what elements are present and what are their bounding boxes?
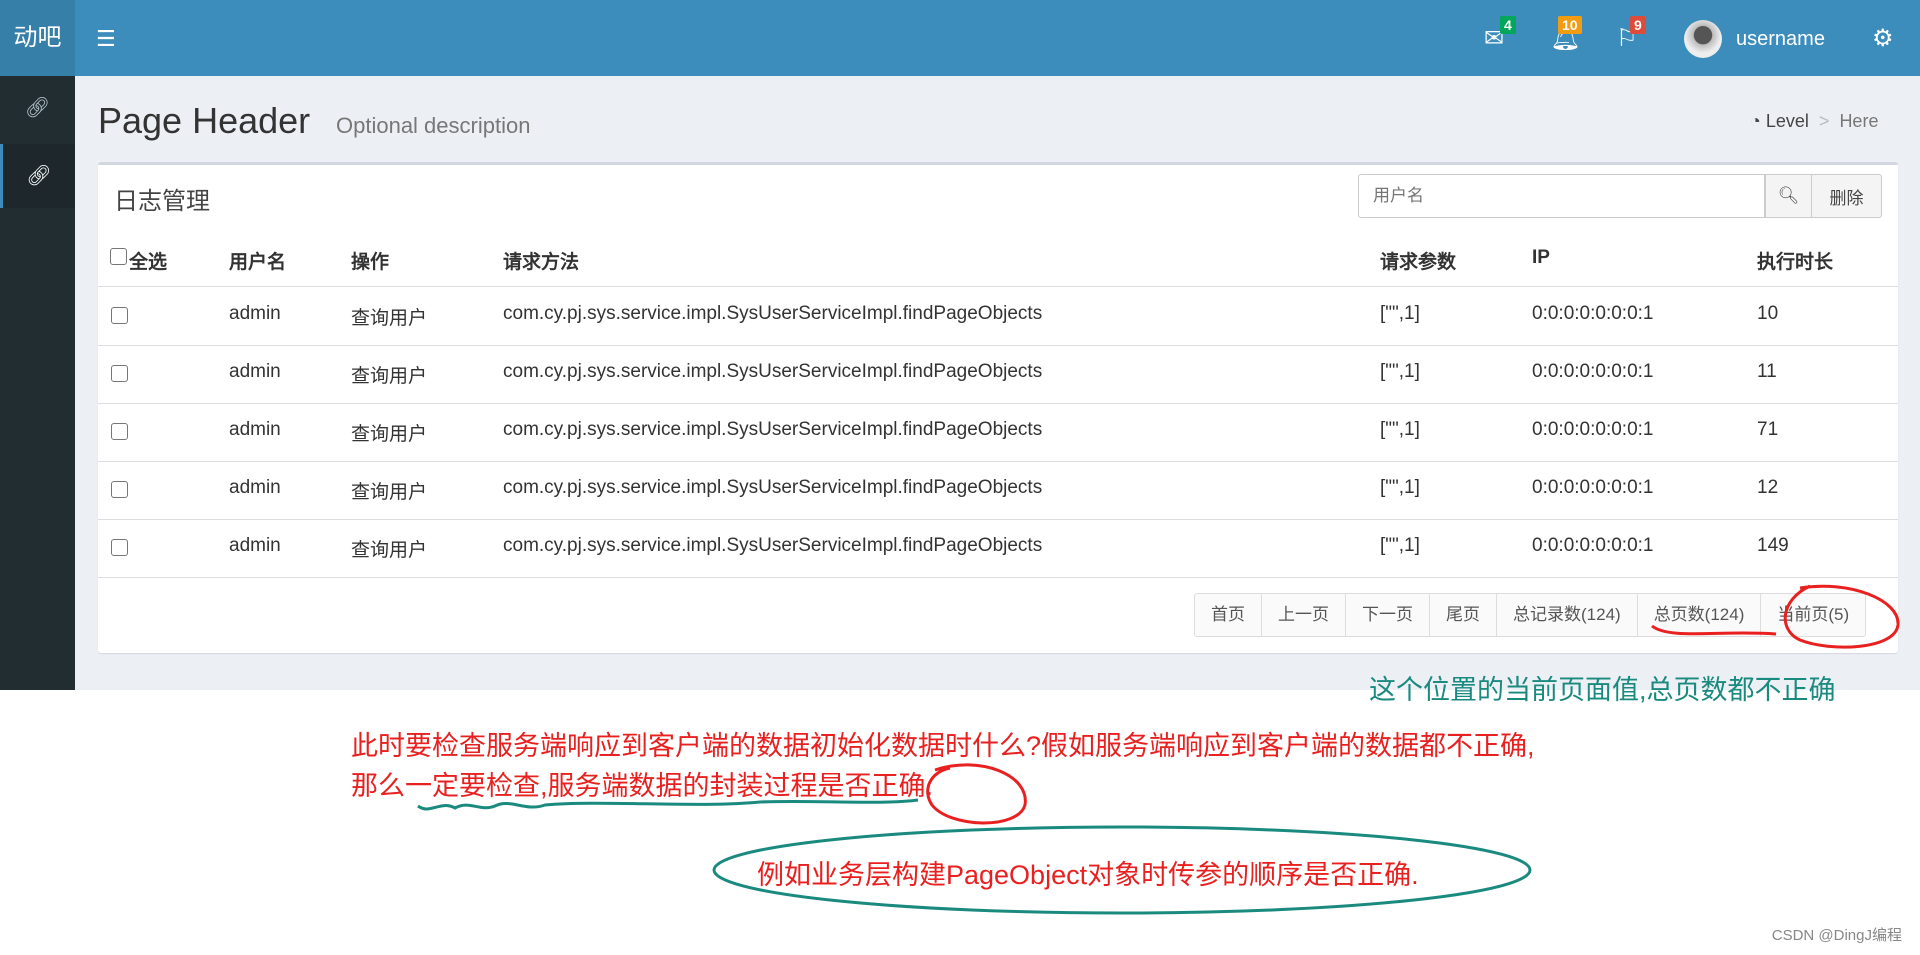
teal-ellipse [712, 825, 1532, 915]
red-circle-correct [926, 763, 1027, 825]
red-circle-current-page [1783, 584, 1900, 649]
red-underline-total-pages [1651, 624, 1777, 636]
annotation-strokes [417, 584, 1900, 915]
teal-squiggle [417, 798, 919, 811]
